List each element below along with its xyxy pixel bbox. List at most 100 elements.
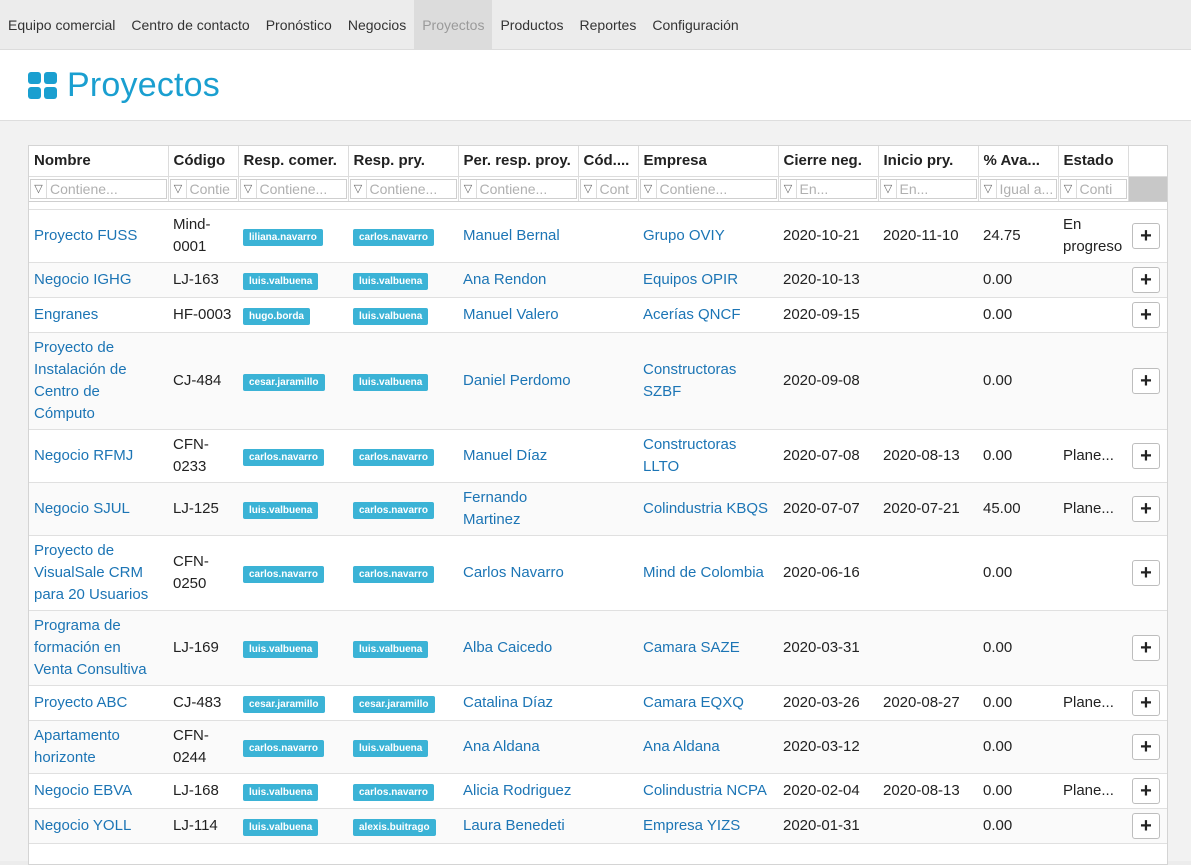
add-button[interactable]: +	[1132, 559, 1160, 586]
filter-funnel-icon[interactable]: ▽	[581, 179, 597, 198]
sales-owner-tag[interactable]: luis.valbuena	[243, 640, 319, 658]
filter-input[interactable]: ▽ En...	[879, 178, 977, 199]
company-link[interactable]: Camara SAZE	[643, 639, 740, 656]
column-header[interactable]: % Ava...	[978, 146, 1059, 177]
company-link[interactable]: Camara EQXQ	[643, 694, 744, 711]
project-owner-tag[interactable]: carlos.navarro	[353, 448, 434, 466]
contact-person-link[interactable]: Carlos Navarro	[463, 564, 564, 581]
filter-funnel-icon[interactable]: ▽	[881, 179, 897, 198]
project-owner-tag[interactable]: alexis.buitrago	[353, 818, 436, 836]
sales-owner-tag[interactable]: luis.valbuena	[243, 818, 319, 836]
filter-funnel-icon[interactable]: ▽	[781, 179, 797, 198]
add-button[interactable]: +	[1132, 495, 1160, 522]
nav-item-equipo-comercial[interactable]: Equipo comercial	[0, 0, 123, 49]
contact-person-link[interactable]: Fernando Martinez	[463, 489, 527, 528]
contact-person-link[interactable]: Ana Rendon	[463, 271, 546, 288]
company-link[interactable]: Empresa YIZS	[643, 817, 740, 834]
project-name-link[interactable]: Proyecto ABC	[34, 694, 127, 711]
add-button[interactable]: +	[1132, 442, 1160, 469]
project-owner-tag[interactable]: carlos.navarro	[353, 565, 434, 583]
sales-owner-tag[interactable]: luis.valbuena	[243, 783, 319, 801]
column-header[interactable]: Nombre	[29, 146, 169, 177]
project-name-link[interactable]: Engranes	[34, 306, 98, 323]
company-link[interactable]: Mind de Colombia	[643, 564, 764, 581]
contact-person-link[interactable]: Manuel Bernal	[463, 227, 560, 244]
nav-item-reportes[interactable]: Reportes	[572, 0, 645, 49]
project-owner-tag[interactable]: carlos.navarro	[353, 783, 434, 801]
add-button[interactable]: +	[1132, 301, 1160, 328]
filter-input[interactable]: ▽ Contiene...	[459, 178, 577, 199]
project-owner-tag[interactable]: cesar.jaramillo	[353, 695, 435, 713]
project-name-link[interactable]: Negocio EBVA	[34, 782, 132, 799]
add-button[interactable]: +	[1132, 266, 1160, 293]
project-name-link[interactable]: Apartamento horizonte	[34, 727, 120, 766]
project-owner-tag[interactable]: luis.valbuena	[353, 272, 429, 290]
company-link[interactable]: Grupo OVIY	[643, 227, 725, 244]
company-link[interactable]: Constructoras LLTO	[643, 436, 736, 475]
contact-person-link[interactable]: Daniel Perdomo	[463, 372, 571, 389]
contact-person-link[interactable]: Ana Aldana	[463, 738, 540, 755]
add-button[interactable]: +	[1132, 812, 1160, 839]
nav-item-negocios[interactable]: Negocios	[340, 0, 414, 49]
company-link[interactable]: Colindustria KBQS	[643, 500, 768, 517]
add-button[interactable]: +	[1132, 733, 1160, 760]
filter-input[interactable]: ▽ Igual a...	[979, 178, 1057, 199]
filter-funnel-icon[interactable]: ▽	[981, 179, 997, 198]
sales-owner-tag[interactable]: cesar.jaramillo	[243, 373, 325, 391]
filter-input[interactable]: ▽ Contiene...	[349, 178, 457, 199]
column-header[interactable]: Código	[168, 146, 239, 177]
sales-owner-tag[interactable]: hugo.borda	[243, 307, 310, 325]
contact-person-link[interactable]: Catalina Díaz	[463, 694, 553, 711]
filter-funnel-icon[interactable]: ▽	[351, 179, 367, 198]
column-header[interactable]: Resp. comer.	[238, 146, 349, 177]
nav-item-pronóstico[interactable]: Pronóstico	[258, 0, 340, 49]
filter-funnel-icon[interactable]: ▽	[1061, 179, 1077, 198]
project-owner-tag[interactable]: luis.valbuena	[353, 739, 429, 757]
project-name-link[interactable]: Proyecto FUSS	[34, 227, 137, 244]
project-name-link[interactable]: Proyecto de Instalación de Centro de Cóm…	[34, 339, 127, 422]
filter-input[interactable]: ▽ Contiene...	[239, 178, 347, 199]
project-name-link[interactable]: Proyecto de VisualSale CRM para 20 Usuar…	[34, 542, 148, 603]
nav-item-configuración[interactable]: Configuración	[644, 0, 746, 49]
project-name-link[interactable]: Negocio IGHG	[34, 271, 132, 288]
filter-input[interactable]: ▽ Contiene...	[639, 178, 777, 199]
column-header[interactable]: Estado	[1058, 146, 1129, 177]
column-header[interactable]: Cierre neg.	[778, 146, 879, 177]
filter-funnel-icon[interactable]: ▽	[31, 179, 47, 198]
project-owner-tag[interactable]: luis.valbuena	[353, 640, 429, 658]
company-link[interactable]: Acerías QNCF	[643, 306, 741, 323]
project-name-link[interactable]: Negocio RFMJ	[34, 447, 133, 464]
nav-item-proyectos[interactable]: Proyectos	[414, 0, 493, 49]
contact-person-link[interactable]: Alicia Rodriguez	[463, 782, 571, 799]
sales-owner-tag[interactable]: carlos.navarro	[243, 739, 324, 757]
company-link[interactable]: Equipos OPIR	[643, 271, 738, 288]
contact-person-link[interactable]: Alba Caicedo	[463, 639, 552, 656]
filter-funnel-icon[interactable]: ▽	[461, 179, 477, 198]
project-owner-tag[interactable]: carlos.navarro	[353, 228, 434, 246]
add-button[interactable]: +	[1132, 689, 1160, 716]
filter-input[interactable]: ▽ Contie	[169, 178, 237, 199]
project-owner-tag[interactable]: carlos.navarro	[353, 501, 434, 519]
column-header[interactable]: Inicio pry.	[878, 146, 979, 177]
nav-item-productos[interactable]: Productos	[492, 0, 571, 49]
contact-person-link[interactable]: Manuel Díaz	[463, 447, 547, 464]
add-button[interactable]: +	[1132, 634, 1160, 661]
sales-owner-tag[interactable]: luis.valbuena	[243, 272, 319, 290]
add-button[interactable]: +	[1132, 777, 1160, 804]
contact-person-link[interactable]: Laura Benedeti	[463, 817, 565, 834]
company-link[interactable]: Constructoras SZBF	[643, 361, 736, 400]
filter-input[interactable]: ▽ Cont	[579, 178, 637, 199]
project-owner-tag[interactable]: luis.valbuena	[353, 373, 429, 391]
column-header[interactable]: Empresa	[638, 146, 779, 177]
filter-input[interactable]: ▽ En...	[779, 178, 877, 199]
column-header[interactable]: Resp. pry.	[348, 146, 459, 177]
project-name-link[interactable]: Negocio SJUL	[34, 500, 130, 517]
sales-owner-tag[interactable]: carlos.navarro	[243, 565, 324, 583]
sales-owner-tag[interactable]: cesar.jaramillo	[243, 695, 325, 713]
filter-input[interactable]: ▽ Conti	[1059, 178, 1127, 199]
sales-owner-tag[interactable]: liliana.navarro	[243, 228, 323, 246]
filter-input[interactable]: ▽ Contiene...	[30, 178, 167, 199]
company-link[interactable]: Ana Aldana	[643, 738, 720, 755]
column-header[interactable]: Per. resp. proy.	[458, 146, 579, 177]
project-name-link[interactable]: Negocio YOLL	[34, 817, 131, 834]
